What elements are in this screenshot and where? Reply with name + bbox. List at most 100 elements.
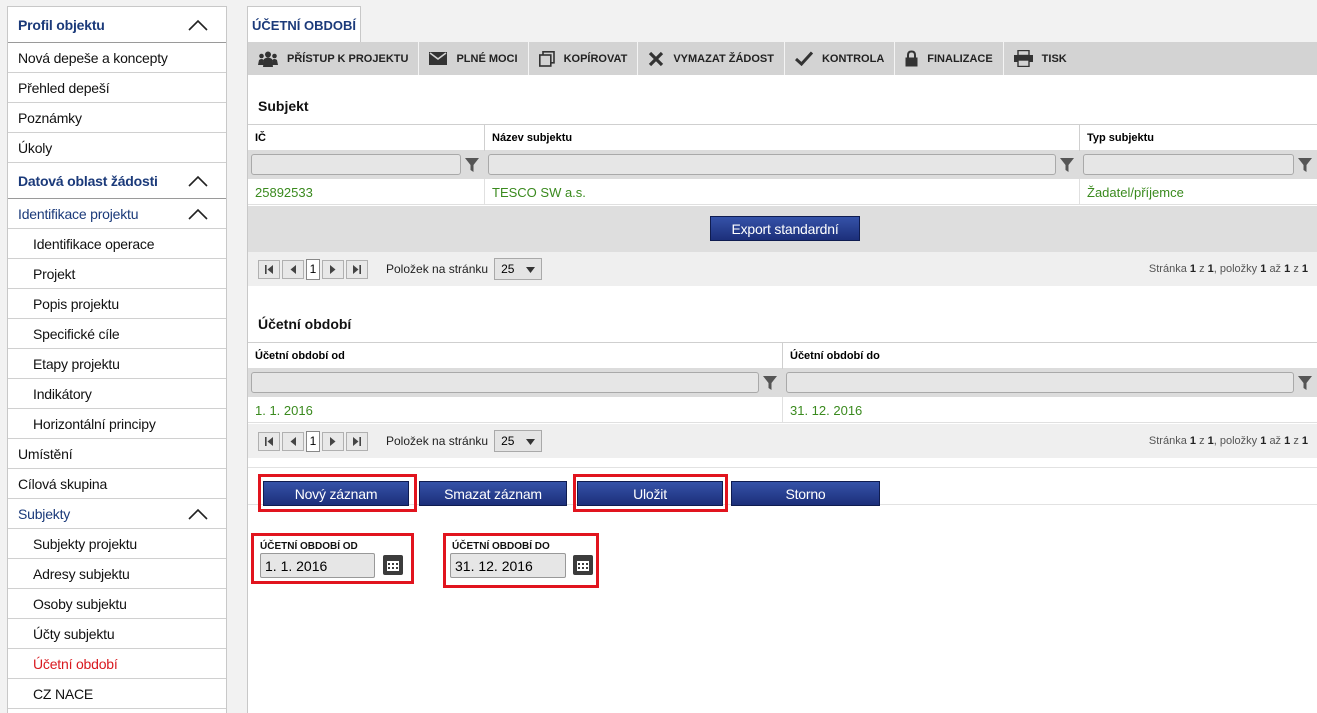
finalize-label: FINALIZACE: [927, 52, 993, 65]
sidebar-item-subjekty[interactable]: Subjekty: [8, 499, 226, 529]
prev-page-icon[interactable]: [282, 259, 304, 279]
sidebar-item-ucetni-obdobi[interactable]: Účetní období: [8, 649, 226, 679]
sidebar-item-indikatory[interactable]: Indikátory: [8, 379, 226, 409]
subjekt-pager: 1 Položek na stránku 25 Stránka 1 z 1, p…: [248, 252, 1317, 286]
per-page-label: Položek na stránku: [386, 434, 489, 448]
sidebar-item-poznamky[interactable]: Poznámky: [8, 103, 226, 133]
sidebar-item-prehled-depesi[interactable]: Přehled depeší: [8, 73, 226, 103]
sidebar-item-label: Indikátory: [33, 385, 92, 402]
sidebar-item-specificke-cile[interactable]: Specifické cíle: [8, 319, 226, 349]
col-type-header[interactable]: Typ subjektu: [1080, 125, 1317, 151]
first-page-icon[interactable]: [258, 431, 280, 451]
table-row[interactable]: 1. 1. 2016 31. 12. 2016: [248, 397, 1317, 423]
highlight-save: [573, 474, 728, 512]
per-page-select[interactable]: 25: [494, 258, 543, 280]
tab-ucetni-obdobi[interactable]: ÚČETNÍ OBDOBÍ: [247, 6, 361, 43]
sidebar-item-label: CZ NACE: [33, 685, 94, 702]
filter-icon[interactable]: [1298, 157, 1312, 173]
chevron-up-icon[interactable]: [188, 208, 208, 220]
sidebar-item-label: Identifikace operace: [33, 235, 155, 252]
col-ic-header[interactable]: IČ: [248, 125, 485, 151]
toolbar: PŘÍSTUP K PROJEKTU PLNÉ MOCI KOPÍROVAT V…: [248, 42, 1317, 75]
chevron-up-icon[interactable]: [188, 19, 208, 31]
delete-request-button[interactable]: VYMAZAT ŽÁDOST: [638, 42, 785, 75]
obdobi-filter-row: [248, 368, 1317, 397]
col-to-header[interactable]: Účetní období do: [783, 343, 1317, 369]
filter-type-input[interactable]: [1083, 154, 1294, 175]
sidebar-item-cilova-skupina[interactable]: Cílová skupina: [8, 469, 226, 499]
filter-name-input[interactable]: [488, 154, 1056, 175]
sidebar-item-nova-depese-a-koncepty[interactable]: Nová depeše a koncepty: [8, 43, 226, 73]
export-button[interactable]: Export standardní: [710, 216, 860, 241]
sidebar-item-label: Projekt: [33, 265, 76, 282]
filter-to-input[interactable]: [786, 372, 1294, 393]
export-band: Export standardní: [248, 206, 1317, 252]
sidebar-item-label: Adresy subjektu: [33, 565, 130, 582]
subjekt-grid: IČ Název subjektu Typ subjektu 25892533 …: [248, 124, 1317, 205]
sidebar-item-popis-projektu[interactable]: Popis projektu: [8, 289, 226, 319]
cell-from: 1. 1. 2016: [248, 397, 783, 423]
sidebar-item-umisteni[interactable]: Umístění: [8, 439, 226, 469]
sidebar-item-label: Datová oblast žádosti: [18, 172, 158, 189]
sidebar-item-label: Profil objektu: [18, 16, 105, 33]
sidebar-item-datova-oblast-zadosti[interactable]: Datová oblast žádosti: [8, 163, 226, 199]
cell-type: Žadatel/příjemce: [1087, 184, 1184, 200]
copy-icon: [538, 50, 555, 67]
next-page-icon[interactable]: [322, 431, 344, 451]
per-page-select[interactable]: 25: [494, 430, 543, 452]
copy-button[interactable]: KOPÍROVAT: [529, 42, 639, 75]
sidebar-item-ucty-subjektu[interactable]: Účty subjektu: [8, 619, 226, 649]
filter-from-input[interactable]: [251, 372, 759, 393]
cell-to: 31. 12. 2016: [790, 402, 863, 418]
filter-icon[interactable]: [1298, 375, 1312, 391]
sidebar-item-osoby-subjektu[interactable]: Osoby subjektu: [8, 589, 226, 619]
sidebar-item-projekt[interactable]: Projekt: [8, 259, 226, 289]
delete-record-button[interactable]: Smazat záznam: [419, 481, 567, 506]
chevron-down-icon: [526, 439, 536, 445]
next-page-icon[interactable]: [322, 259, 344, 279]
highlight-new-record: [258, 474, 417, 512]
filter-icon[interactable]: [1060, 157, 1074, 173]
sidebar-item-profil-objektu[interactable]: Profil objektu: [8, 7, 226, 43]
sidebar-item-subjekty-projektu[interactable]: Subjekty projektu: [8, 529, 226, 559]
highlight-to-field: [443, 533, 599, 588]
sidebar-item-label: Účetní období: [33, 655, 118, 672]
people-icon: [258, 51, 278, 67]
subjekt-filter-row: [248, 150, 1317, 179]
cancel-button[interactable]: Storno: [731, 481, 880, 506]
sidebar-item-cz-nace[interactable]: CZ NACE: [8, 679, 226, 709]
first-page-icon[interactable]: [258, 259, 280, 279]
last-page-icon[interactable]: [346, 259, 368, 279]
print-label: TISK: [1041, 52, 1067, 65]
last-page-icon[interactable]: [346, 431, 368, 451]
sidebar-item-horizontalni-principy[interactable]: Horizontální principy: [8, 409, 226, 439]
col-from-header[interactable]: Účetní období od: [248, 343, 783, 369]
filter-icon[interactable]: [465, 157, 479, 173]
sidebar-item-label: Nová depeše a koncepty: [18, 49, 168, 66]
sidebar-item-identifikace-operace[interactable]: Identifikace operace: [8, 229, 226, 259]
current-page[interactable]: 1: [306, 430, 320, 452]
per-page-label: Položek na stránku: [386, 262, 489, 276]
finalize-button[interactable]: FINALIZACE: [895, 42, 1004, 75]
lock-icon: [905, 50, 918, 67]
obdobi-title: Účetní období: [258, 316, 352, 332]
sidebar-item-adresy-subjektu[interactable]: Adresy subjektu: [8, 559, 226, 589]
check-button[interactable]: KONTROLA: [785, 42, 896, 75]
table-row[interactable]: 25892533 TESCO SW a.s. Žadatel/příjemce: [248, 179, 1317, 205]
powers-button[interactable]: PLNÉ MOCI: [419, 42, 529, 75]
obdobi-grid-header: Účetní období od Účetní období do: [248, 342, 1317, 369]
sidebar-item-identifikace-projektu[interactable]: Identifikace projektu: [8, 199, 226, 229]
prev-page-icon[interactable]: [282, 431, 304, 451]
filter-icon[interactable]: [763, 375, 777, 391]
current-page[interactable]: 1: [306, 258, 320, 280]
check-label: KONTROLA: [821, 52, 885, 65]
print-button[interactable]: TISK: [1004, 42, 1077, 75]
sidebar-item-etapy-projektu[interactable]: Etapy projektu: [8, 349, 226, 379]
sidebar: Profil objektu Nová depeše a koncepty Přeh…: [7, 6, 227, 713]
sidebar-item-ukoly[interactable]: Úkoly: [8, 133, 226, 163]
col-name-header[interactable]: Název subjektu: [485, 125, 1080, 151]
filter-ic-input[interactable]: [251, 154, 461, 175]
chevron-up-icon[interactable]: [188, 175, 208, 187]
access-button[interactable]: PŘÍSTUP K PROJEKTU: [248, 42, 420, 75]
chevron-up-icon[interactable]: [188, 508, 208, 520]
